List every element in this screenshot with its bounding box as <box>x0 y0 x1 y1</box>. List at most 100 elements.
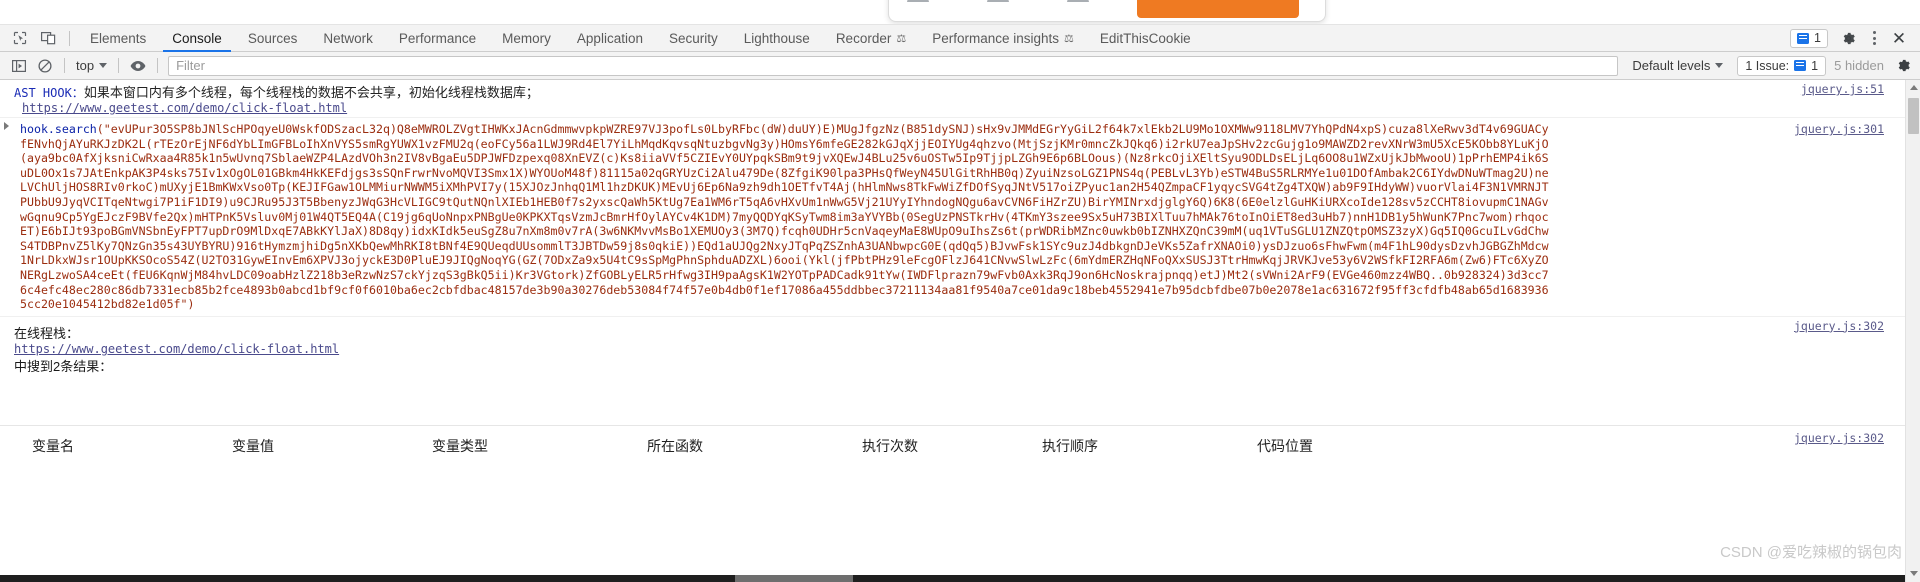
experiment-flask-icon: ⚖ <box>1064 32 1074 45</box>
issues-label: 1 Issue: <box>1745 58 1790 73</box>
extension-popup-card[interactable] <box>888 0 1326 22</box>
variables-table-header-row: 变量名 变量值 变量类型 所在函数 执行次数 执行顺序 代码位置 <box>0 425 1920 465</box>
log-levels-select[interactable]: Default levels <box>1626 58 1729 73</box>
ast-hook-line: AST HOOK：如果本窗口内有多个线程，每个线程栈的数据不会共享，初始化线程栈… <box>0 82 1740 101</box>
tab-lighthouse[interactable]: Lighthouse <box>731 25 823 52</box>
expand-arrow-icon[interactable] <box>4 122 9 130</box>
toolbar-divider <box>118 58 120 73</box>
chevron-down-icon <box>99 63 108 68</box>
tab-security[interactable]: Security <box>656 25 731 52</box>
hook-search-code: hook.search("evUPur3O5SP8bJNlScHPOqyeU0W… <box>0 120 1740 314</box>
col-code-location: 代码位置 <box>1257 437 1313 454</box>
online-stack-result: 中搜到2条结果： <box>14 358 113 374</box>
console-message-online-stack[interactable]: 在线程栈： https://www.geetest.com/demo/click… <box>0 317 1920 377</box>
console-message-hook-search[interactable]: hook.search("evUPur3O5SP8bJNlScHPOqyeU0W… <box>0 118 1920 317</box>
source-link-jquery-51[interactable]: jquery.js:51 <box>1801 82 1884 96</box>
flask-icon-1 <box>907 0 929 2</box>
console-toolbar: top Filter Default levels 1 Issue: 1 5 h… <box>0 52 1920 80</box>
tab-label: Security <box>668 30 718 46</box>
col-variable-name: 变量名 <box>32 437 74 454</box>
console-vertical-scrollbar[interactable] <box>1905 80 1920 582</box>
geetest-demo-link-2[interactable]: https://www.geetest.com/demo/click-float… <box>14 342 339 356</box>
vertical-scroll-thumb[interactable] <box>1908 98 1919 134</box>
scroll-up-arrow-icon[interactable] <box>1909 85 1918 90</box>
hook-search-fn: hook.search <box>20 122 97 136</box>
filter-input[interactable]: Filter <box>168 55 1619 76</box>
tab-network[interactable]: Network <box>310 25 386 52</box>
tab-label: Lighthouse <box>743 30 810 46</box>
flask-icon-2 <box>987 0 1009 2</box>
variables-table: 变量名 变量值 变量类型 所在函数 执行次数 执行顺序 代码位置 jquery.… <box>0 425 1920 465</box>
close-icon[interactable]: ✕ <box>1886 26 1912 50</box>
tab-elements[interactable]: Elements <box>77 25 159 52</box>
tab-label: Console <box>172 30 222 46</box>
tab-label: Memory <box>502 30 551 46</box>
tab-label: Elements <box>90 30 147 46</box>
issues-badge[interactable]: 1 <box>1790 28 1828 48</box>
tabbar-divider <box>69 30 70 46</box>
tab-label: Performance <box>398 30 477 46</box>
tab-label: Performance insights <box>932 30 1060 46</box>
execution-context-label: top <box>76 58 95 73</box>
live-expression-eye-icon[interactable] <box>125 53 151 79</box>
toolbar-divider <box>64 58 65 73</box>
tab-performance-insights[interactable]: Performance insights ⚖ <box>919 25 1087 52</box>
online-stack-label: 在线程栈： <box>14 325 80 341</box>
execution-context-select[interactable]: top <box>71 58 112 73</box>
tab-label: Application <box>576 30 643 46</box>
tab-application[interactable]: Application <box>564 25 656 52</box>
tab-editthiscookie[interactable]: EditThisCookie <box>1087 25 1204 52</box>
console-message-list[interactable]: AST HOOK：如果本窗口内有多个线程，每个线程栈的数据不会共享，初始化线程栈… <box>0 80 1920 582</box>
geetest-demo-link[interactable]: https://www.geetest.com/demo/click-float… <box>22 101 347 115</box>
tabbar-right-group: 1 ✕ <box>1790 26 1920 50</box>
issues-button[interactable]: 1 Issue: 1 <box>1737 55 1827 76</box>
col-function: 所在函数 <box>647 437 703 454</box>
console-settings-gear-icon[interactable] <box>1892 55 1914 77</box>
watermark: CSDN @爱吃辣椒的锅包肉 <box>1720 544 1902 561</box>
browser-popup-strip <box>0 0 1920 25</box>
kebab-menu-icon[interactable] <box>1864 31 1884 45</box>
devtools-tabbar: Elements Console Sources Network Perform… <box>0 25 1920 52</box>
console-sidebar-icon[interactable] <box>6 53 32 79</box>
devtools-window: Elements Console Sources Network Perform… <box>0 0 1920 582</box>
popup-primary-button[interactable] <box>1137 0 1299 18</box>
issues-count: 1 <box>1811 58 1819 73</box>
tab-recorder[interactable]: Recorder ⚖ <box>823 25 919 52</box>
device-toolbar-icon[interactable] <box>34 25 62 52</box>
scroll-down-arrow-icon[interactable] <box>1909 571 1918 576</box>
clear-console-icon[interactable] <box>32 53 58 79</box>
issue-message-icon <box>1794 60 1807 71</box>
tab-label: EditThisCookie <box>1099 30 1191 46</box>
issue-message-icon <box>1797 32 1810 44</box>
tab-console[interactable]: Console <box>159 25 235 52</box>
experiment-flask-icon: ⚖ <box>896 32 907 45</box>
tab-label: Sources <box>247 30 298 46</box>
console-horizontal-scrollbar[interactable] <box>0 575 1905 582</box>
source-link-jquery-301[interactable]: jquery.js:301 <box>1794 122 1884 136</box>
hook-search-args: ("evUPur3O5SP8bJNlScHPOqyeU0WskfODSzacL3… <box>20 122 1549 312</box>
tab-label: Recorder <box>835 30 892 46</box>
tab-label: Network <box>323 30 373 46</box>
tab-memory[interactable]: Memory <box>489 25 564 52</box>
popup-icon-group <box>907 0 1089 2</box>
chevron-down-icon <box>1715 63 1724 68</box>
toolbar-divider <box>157 58 159 73</box>
col-variable-type: 变量类型 <box>432 437 488 454</box>
online-stack-url-row: https://www.geetest.com/demo/click-float… <box>0 342 1740 356</box>
filter-placeholder: Filter <box>176 58 205 73</box>
tab-sources[interactable]: Sources <box>235 25 311 52</box>
ast-hook-url-row: https://www.geetest.com/demo/click-float… <box>0 101 1740 115</box>
issue-count: 1 <box>1814 31 1821 45</box>
col-exec-count: 执行次数 <box>862 437 918 454</box>
ast-hook-prefix: AST HOOK： <box>14 86 84 100</box>
source-link-jquery-302-a[interactable]: jquery.js:302 <box>1794 319 1884 333</box>
gear-icon[interactable] <box>1836 26 1860 50</box>
tab-performance[interactable]: Performance <box>386 25 489 52</box>
source-link-jquery-302-b[interactable]: jquery.js:302 <box>1794 431 1884 445</box>
inspect-cursor-icon[interactable] <box>6 25 34 52</box>
hidden-messages-label: 5 hidden <box>1834 58 1884 73</box>
log-levels-label: Default levels <box>1632 58 1711 73</box>
ast-hook-text: 如果本窗口内有多个线程，每个线程栈的数据不会共享，初始化线程栈数据库； <box>83 85 539 100</box>
horizontal-scroll-thumb[interactable] <box>735 575 853 582</box>
console-message-ast-hook[interactable]: AST HOOK：如果本窗口内有多个线程，每个线程栈的数据不会共享，初始化线程栈… <box>0 80 1920 118</box>
